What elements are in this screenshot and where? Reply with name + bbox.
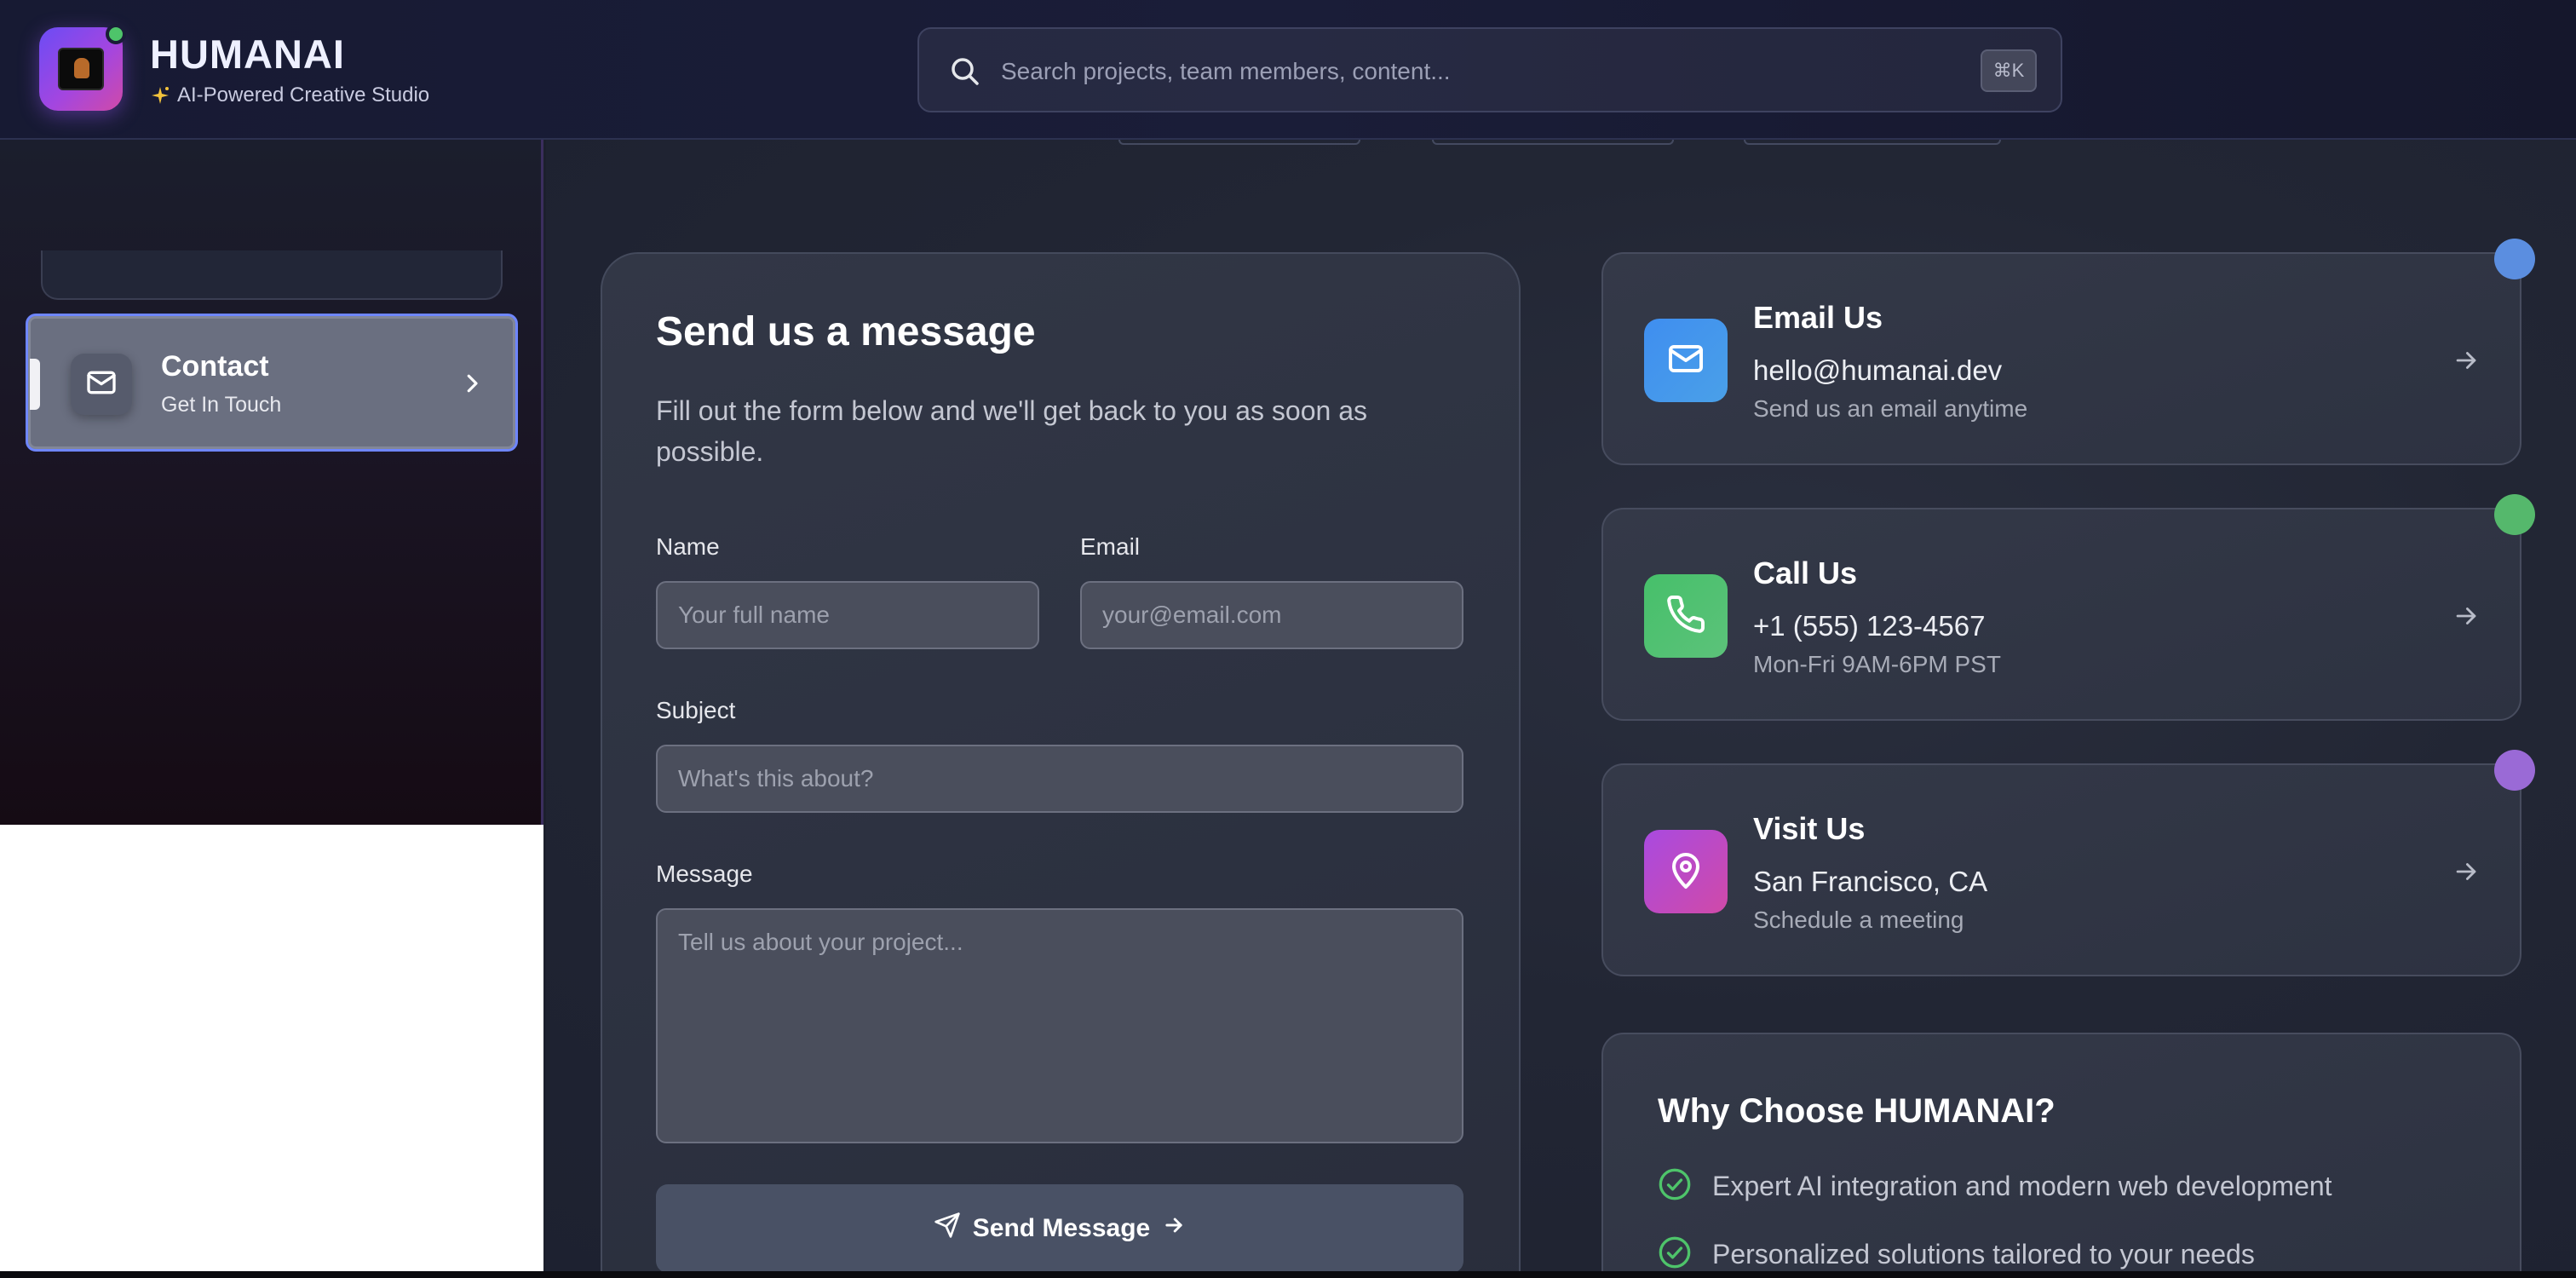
top-header: HUMANAI AI-Powered Creative Studio ⌘K <box>0 0 2576 140</box>
window-bottom-edge <box>0 1271 2576 1278</box>
check-circle-icon <box>1658 1167 1692 1206</box>
why-item-text: Personalized solutions tailored to your … <box>1712 1239 2255 1269</box>
why-item-text: Expert AI integration and modern web dev… <box>1712 1171 2332 1201</box>
email-card-subtitle: Send us an email anytime <box>1753 395 2028 422</box>
arrow-right-icon <box>1162 1213 1186 1244</box>
arrow-right-icon <box>2452 857 2481 890</box>
send-button-label: Send Message <box>972 1214 1151 1242</box>
form-title: Send us a message <box>656 309 1036 354</box>
email-field[interactable] <box>1080 581 1463 649</box>
arrow-right-icon <box>2452 602 2481 635</box>
message-label: Message <box>656 861 753 887</box>
top-tab-2[interactable] <box>1432 140 1674 145</box>
search-input[interactable] <box>1001 48 1938 95</box>
email-card-dot <box>2494 239 2535 279</box>
location-icon-box <box>1644 830 1728 913</box>
sidebar-item-contact[interactable]: Contact Get In Touch <box>26 314 518 452</box>
chevron-right-icon <box>459 371 485 400</box>
mail-icon <box>1665 338 1706 383</box>
sidebar-blank-area <box>0 825 543 1271</box>
map-pin-icon <box>1665 849 1706 895</box>
visit-card-title: Visit Us <box>1753 811 1866 846</box>
brand-tagline: AI-Powered Creative Studio <box>177 83 430 106</box>
why-title: Why Choose HUMANAI? <box>1658 1092 2056 1130</box>
why-item: Expert AI integration and modern web dev… <box>1658 1167 2332 1206</box>
name-label: Name <box>656 533 720 560</box>
sparkle-icon <box>150 85 170 106</box>
sidebar-item-title: Contact <box>161 350 269 383</box>
logo-image <box>58 48 104 90</box>
phone-card-value: +1 (555) 123-4567 <box>1753 610 1986 642</box>
phone-card-dot <box>2494 494 2535 535</box>
form-description: Fill out the form below and we'll get ba… <box>656 395 1367 467</box>
send-message-button[interactable]: Send Message <box>656 1184 1463 1271</box>
keyboard-shortcut-badge: ⌘K <box>1981 49 2037 92</box>
check-circle-icon <box>1658 1235 1692 1271</box>
phone-icon <box>1665 594 1706 639</box>
visit-card-value: San Francisco, CA <box>1753 866 1988 897</box>
phone-card-subtitle: Mon-Fri 9AM-6PM PST <box>1753 651 2001 677</box>
message-field[interactable] <box>656 908 1463 1143</box>
contact-icon-box <box>71 354 132 415</box>
brand-tagline-row: AI-Powered Creative Studio <box>150 83 429 107</box>
visit-card-subtitle: Schedule a meeting <box>1753 907 1964 933</box>
app-frame: HUMANAI AI-Powered Creative Studio ⌘K <box>0 0 2576 1271</box>
send-icon <box>934 1212 961 1246</box>
email-card[interactable]: Email Us hello@humanai.dev Send us an em… <box>1601 252 2521 465</box>
sidebar-item-previous[interactable] <box>41 250 503 300</box>
phone-card[interactable]: Call Us +1 (555) 123-4567 Mon-Fri 9AM-6P… <box>1601 508 2521 721</box>
why-item: Personalized solutions tailored to your … <box>1658 1235 2255 1271</box>
top-tab-1[interactable] <box>1118 140 1360 145</box>
mail-icon <box>84 366 118 404</box>
visit-card-dot <box>2494 750 2535 791</box>
top-tab-3[interactable] <box>1744 140 2001 145</box>
online-status-dot <box>106 24 126 44</box>
sidebar-item-subtitle: Get In Touch <box>161 393 282 417</box>
sidebar: Contact Get In Touch <box>0 140 543 825</box>
email-card-value: hello@humanai.dev <box>1753 354 2003 386</box>
brand-title: HUMANAI <box>150 32 345 77</box>
visit-card[interactable]: Visit Us San Francisco, CA Schedule a me… <box>1601 763 2521 976</box>
subject-label: Subject <box>656 697 736 723</box>
global-search[interactable]: ⌘K <box>917 27 2062 112</box>
email-card-title: Email Us <box>1753 300 1883 335</box>
phone-card-title: Call Us <box>1753 556 1858 590</box>
name-field[interactable] <box>656 581 1039 649</box>
arrow-right-icon <box>2452 346 2481 379</box>
search-icon <box>948 55 982 93</box>
subject-field[interactable] <box>656 745 1463 813</box>
active-indicator <box>30 359 40 410</box>
email-icon-box <box>1644 319 1728 402</box>
email-label: Email <box>1080 533 1141 560</box>
phone-icon-box <box>1644 574 1728 658</box>
